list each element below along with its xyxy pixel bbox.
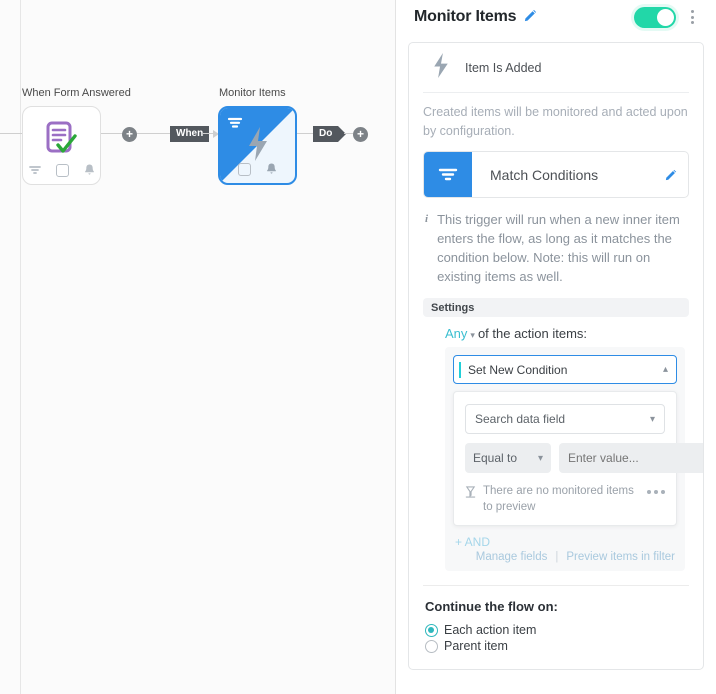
search-data-field-select[interactable]: Search data field ▾ (465, 404, 665, 434)
lightning-bolt-icon (431, 52, 451, 84)
match-conditions-row[interactable]: Match Conditions (423, 151, 689, 198)
text-cursor (459, 361, 461, 378)
info-icon: i (425, 213, 429, 225)
operator-value-row: Equal to ▾ (465, 443, 703, 473)
info-note: i This trigger will run when a new inner… (423, 198, 689, 296)
checkbox-icon (55, 163, 69, 177)
continue-flow-title: Continue the flow on: (425, 599, 558, 614)
details-panel: Monitor Items Item Is Added Created item… (396, 0, 716, 694)
settings-section-label: Settings (423, 298, 689, 317)
radio-each-action-item[interactable]: Each action item (423, 622, 689, 638)
condition-links-row: Manage fields | Preview items in filter (453, 549, 677, 565)
info-text: This trigger will run when a new inner i… (437, 212, 680, 284)
node2-footer-icons (220, 162, 295, 176)
trigger-name: Item Is Added (465, 60, 542, 75)
radio-label-parent-item: Parent item (444, 639, 508, 653)
set-new-condition-select[interactable]: Set New Condition ▴ (453, 355, 677, 384)
flow-tag-when: When (170, 126, 210, 142)
flow-tag-do: Do (313, 126, 347, 142)
bell-icon (84, 164, 94, 175)
match-conditions-label: Match Conditions (490, 166, 599, 183)
preview-status-row: There are no monitored items to preview (465, 483, 665, 515)
links-separator: | (555, 551, 559, 563)
add-step-button-1[interactable]: + (122, 127, 137, 142)
ellipsis-icon[interactable] (647, 483, 665, 494)
any-clause-suffix: of the action items: (477, 326, 588, 341)
add-step-button-2[interactable]: + (353, 127, 368, 142)
enable-toggle[interactable] (634, 6, 676, 28)
flow-node-when-form-answered[interactable] (22, 106, 101, 185)
connector-5 (344, 133, 353, 134)
lightning-bolt-icon (220, 126, 295, 162)
radio-parent-item[interactable]: Parent item (423, 638, 689, 654)
page-title: Monitor Items (414, 8, 517, 25)
flow-canvas[interactable]: When Form Answered + When Monitor Items … (0, 0, 396, 694)
connector-1 (101, 133, 123, 134)
preview-status-text: There are no monitored items to preview (483, 485, 634, 513)
node1-footer-icons (23, 163, 100, 177)
filter-icon (28, 166, 41, 174)
form-answered-icon (23, 119, 100, 159)
canvas-divider (20, 0, 21, 694)
node-label-when-form-answered: When Form Answered (22, 87, 131, 99)
manage-fields-link[interactable]: Manage fields (476, 551, 548, 563)
flow-node-monitor-items[interactable] (218, 106, 297, 185)
operator-select[interactable]: Equal to ▾ (465, 443, 551, 473)
condition-group: Set New Condition ▴ Search data field ▾ … (445, 347, 703, 571)
kebab-menu-icon[interactable] (684, 7, 700, 27)
panel-header: Monitor Items (408, 0, 704, 34)
radio-label-each-action-item: Each action item (444, 623, 537, 637)
bell-icon (266, 163, 276, 174)
chevron-up-icon[interactable]: ▴ (663, 364, 668, 375)
trigger-header: Item Is Added (423, 43, 689, 93)
no-preview-icon (465, 483, 476, 503)
pencil-icon[interactable] (524, 9, 537, 25)
condition-dropdown: Search data field ▾ Equal to ▾ Enter val… (453, 391, 703, 526)
value-input[interactable] (559, 443, 703, 473)
chevron-down-icon[interactable]: ▾ (538, 453, 543, 464)
node-label-monitor-items: Monitor Items (219, 87, 286, 99)
operator-value: Equal to (473, 451, 518, 465)
set-new-condition-value: Set New Condition (468, 362, 568, 377)
connector-2 (137, 133, 170, 134)
trigger-description: Created items will be monitored and acte… (423, 105, 688, 138)
toggle-knob (657, 8, 674, 26)
chevron-down-icon[interactable]: ▾ (650, 414, 655, 425)
pencil-icon[interactable] (654, 152, 688, 197)
chevron-down-icon[interactable]: ▾ (470, 330, 475, 341)
radio-icon-selected[interactable] (425, 623, 438, 637)
preview-items-link[interactable]: Preview items in filter (566, 551, 675, 563)
add-and-button[interactable]: + AND (453, 526, 677, 549)
trigger-card: Item Is Added Created items will be moni… (408, 42, 704, 670)
card-content: Item Is Added Created items will be moni… (409, 43, 703, 654)
any-dropdown[interactable]: Any (445, 326, 467, 341)
any-clause-row: Any ▾ of the action items: (423, 317, 689, 347)
checkbox-icon (237, 162, 251, 176)
radio-icon-unselected[interactable] (425, 639, 438, 653)
app-root: When Form Answered + When Monitor Items … (0, 0, 716, 694)
connector-4 (297, 133, 314, 134)
search-data-field-value: Search data field (475, 412, 566, 426)
filter-icon (424, 152, 472, 197)
